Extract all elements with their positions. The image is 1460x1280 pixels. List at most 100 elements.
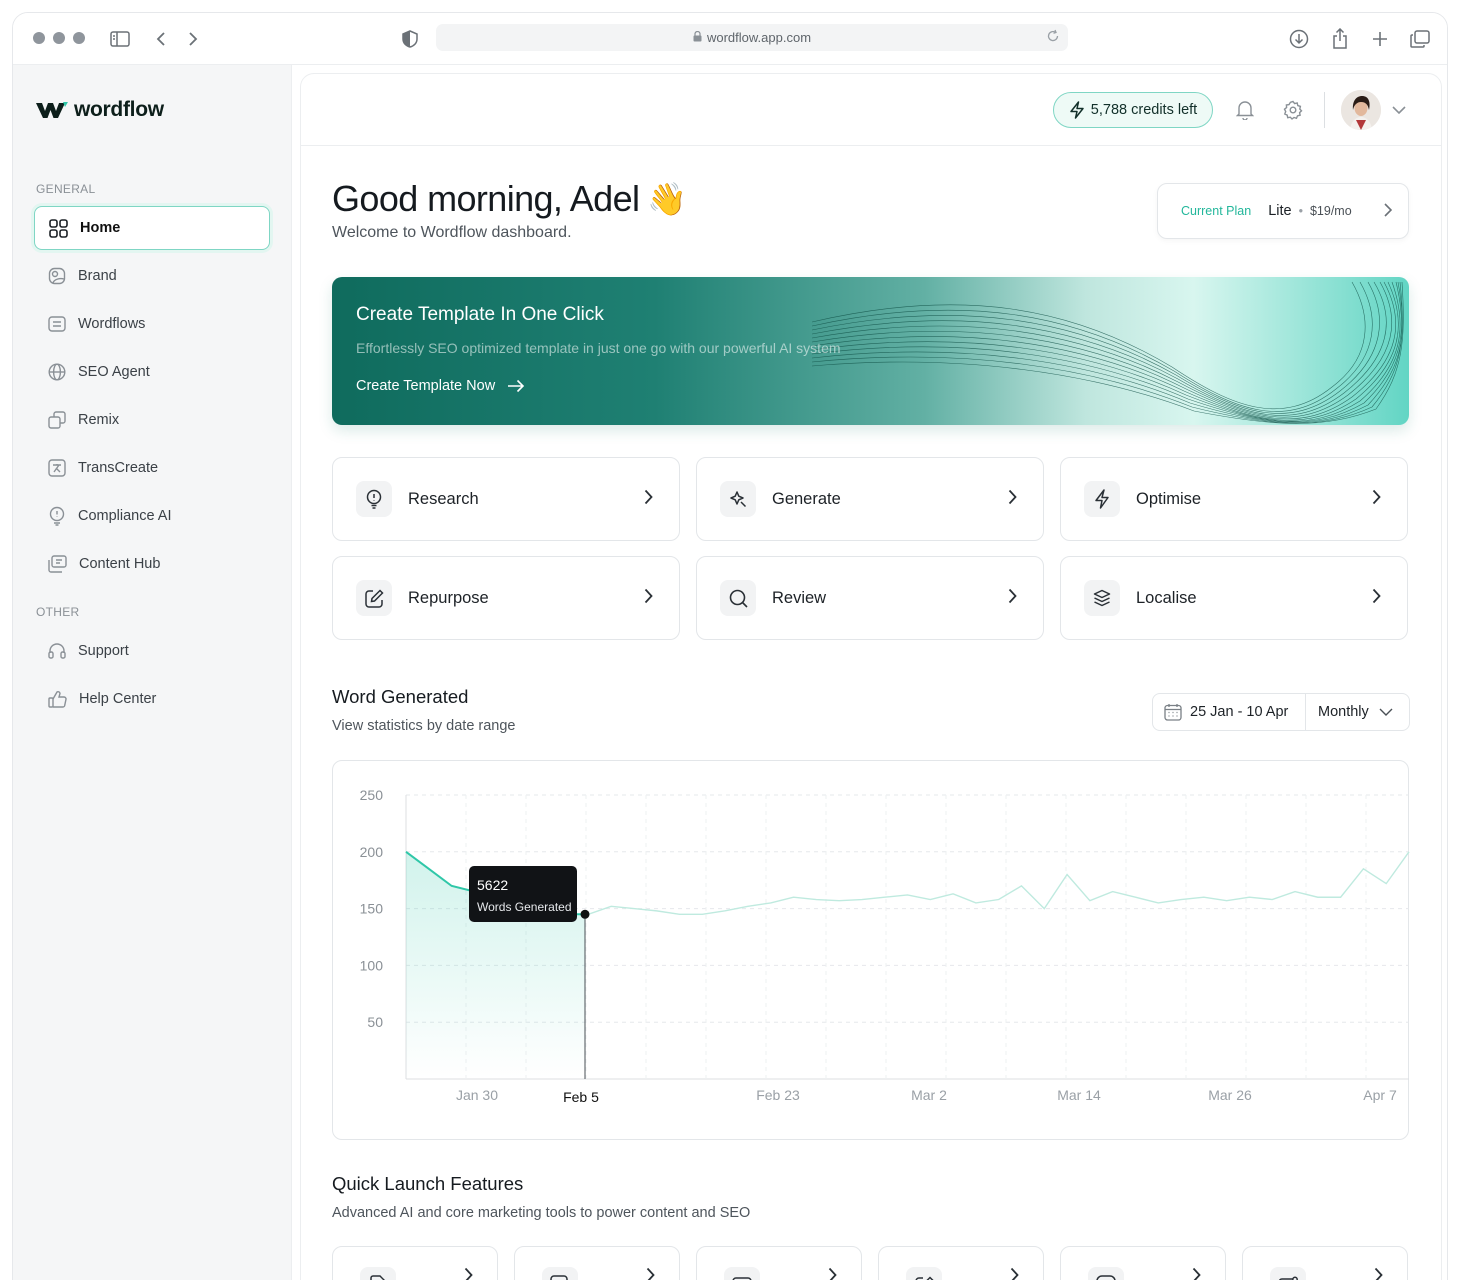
url-text: wordflow.app.com: [706, 30, 812, 45]
x-tick-label: Mar 14: [1057, 1087, 1101, 1103]
sidebar-item-transcreate[interactable]: TransCreate: [34, 446, 270, 490]
y-tick-label: 250: [360, 787, 384, 803]
x-tick-label: Feb 5: [563, 1089, 599, 1105]
current-plan-card[interactable]: Current Plan Lite • $19/mo: [1157, 183, 1409, 239]
date-range-controls: 25 Jan - 10 Apr Monthly: [1152, 693, 1410, 731]
sidebar-item-remix[interactable]: Remix: [34, 398, 270, 442]
chevron-down-icon: [1379, 708, 1393, 716]
wordflows-icon: [48, 316, 66, 332]
notifications-bell-icon[interactable]: [1233, 98, 1257, 122]
plan-separator: •: [1298, 204, 1303, 218]
tile-localise[interactable]: Localise: [1060, 556, 1408, 640]
create-template-button[interactable]: Create Template Now: [356, 378, 525, 394]
mail-icon: [1270, 1267, 1306, 1280]
chevron-right-icon: [1374, 1267, 1383, 1280]
quick-launch-card[interactable]: [332, 1246, 498, 1280]
credits-badge[interactable]: 5,788 credits left: [1053, 92, 1213, 128]
tooltip-value: 5622: [477, 877, 508, 893]
sidebar-item-help-center[interactable]: Help Center: [34, 677, 270, 721]
quick-launch-card[interactable]: [696, 1246, 862, 1280]
sidebar-item-seo-agent[interactable]: SEO Agent: [34, 350, 270, 394]
tooltip-label: Words Generated: [477, 900, 572, 914]
quick-launch-card[interactable]: [1242, 1246, 1408, 1280]
sidebar-item-label: SEO Agent: [78, 364, 150, 380]
period-select[interactable]: Monthly: [1306, 704, 1393, 720]
chevron-right-icon: [1008, 489, 1017, 510]
sidebar-item-wordflows[interactable]: Wordflows: [34, 302, 270, 346]
x-tick-label: Apr 7: [1363, 1087, 1397, 1103]
quick-launch-card[interactable]: [1060, 1246, 1226, 1280]
credits-text: 5,788 credits left: [1090, 102, 1198, 118]
line-chart: 250 200 150 100 50 5622 Words Generated Jan 30 F…: [360, 787, 1410, 1105]
tile-optimise[interactable]: Optimise: [1060, 457, 1408, 541]
general-section-label: GENERAL: [36, 182, 96, 196]
sidebar-item-home[interactable]: Home: [34, 206, 270, 250]
account-menu-chevron-icon[interactable]: [1387, 98, 1411, 122]
sidebar-item-label: Home: [80, 220, 121, 236]
play-icon: [1088, 1267, 1124, 1280]
arrow-right-icon: [508, 379, 525, 393]
x-tick-label: Feb 23: [756, 1087, 800, 1103]
back-icon[interactable]: [148, 26, 174, 52]
sidebar-item-label: Wordflows: [78, 316, 146, 332]
settings-gear-icon[interactable]: [1281, 98, 1305, 122]
create-template-label: Create Template Now: [356, 378, 496, 394]
tile-research[interactable]: Research: [332, 457, 680, 541]
calendar-icon: [1164, 704, 1182, 721]
address-bar[interactable]: wordflow.app.com: [436, 24, 1068, 51]
sidebar: wordflow GENERAL Home Brand Wordflows SE…: [13, 65, 292, 1280]
reload-icon[interactable]: [1046, 29, 1060, 46]
quick-launch-card[interactable]: [514, 1246, 680, 1280]
document-icon: [360, 1267, 396, 1280]
wave-lines-decoration: [812, 281, 1404, 424]
chevron-right-icon: [828, 1267, 837, 1280]
chevron-right-icon: [1372, 588, 1381, 609]
header-divider: [1324, 92, 1325, 128]
tile-review[interactable]: Review: [696, 556, 1044, 640]
media-icon: [724, 1267, 760, 1280]
download-icon[interactable]: [1286, 26, 1312, 52]
sidebar-item-content-hub[interactable]: Content Hub: [34, 542, 270, 586]
tile-label: Generate: [772, 489, 841, 508]
sidebar-item-label: Remix: [78, 412, 120, 428]
chevron-right-icon: [644, 588, 653, 609]
sidebar-item-compliance-ai[interactable]: Compliance AI: [34, 494, 270, 538]
date-range-picker[interactable]: 25 Jan - 10 Apr: [1153, 694, 1306, 730]
share-icon[interactable]: [1327, 26, 1353, 52]
new-tab-icon[interactable]: [1367, 26, 1393, 52]
plan-label: Current Plan: [1181, 204, 1252, 218]
plan-price: $19/mo: [1309, 204, 1352, 218]
user-avatar[interactable]: [1341, 90, 1381, 130]
chevron-right-icon: [1192, 1267, 1201, 1280]
privacy-shield-icon[interactable]: [397, 26, 423, 52]
image-edit-icon: [542, 1267, 578, 1280]
words-section-title: Word Generated: [332, 686, 469, 707]
chevron-right-icon: [1372, 489, 1381, 510]
tile-repurpose[interactable]: Repurpose: [332, 556, 680, 640]
y-tick-label: 150: [360, 901, 384, 917]
y-tick-label: 100: [360, 957, 384, 973]
sidebar-item-label: Help Center: [79, 691, 157, 707]
tab-overview-icon[interactable]: [1407, 26, 1433, 52]
y-tick-label: 200: [360, 844, 384, 860]
sparkle-icon: [720, 481, 756, 517]
brand-logo[interactable]: wordflow: [36, 98, 164, 122]
quick-launch-card[interactable]: [878, 1246, 1044, 1280]
wordflow-logo-icon: [36, 102, 68, 118]
lock-icon: [693, 30, 702, 45]
sidebar-item-brand[interactable]: Brand: [34, 254, 270, 298]
grid-icon: [49, 218, 68, 238]
remix-icon: [48, 411, 66, 429]
sidebar-toggle-icon[interactable]: [107, 26, 133, 52]
quick-launch-subtitle: Advanced AI and core marketing tools to …: [332, 1205, 751, 1221]
tile-generate[interactable]: Generate: [696, 457, 1044, 541]
compliance-icon: [49, 506, 65, 526]
sidebar-item-label: TransCreate: [78, 460, 159, 476]
edit-icon: [356, 580, 392, 616]
layers-icon: [1084, 580, 1120, 616]
sidebar-item-support[interactable]: Support: [34, 629, 270, 673]
quick-launch-title: Quick Launch Features: [332, 1173, 524, 1194]
translate-icon: [48, 459, 66, 477]
forward-icon[interactable]: [180, 26, 206, 52]
window-controls[interactable]: [33, 32, 85, 44]
